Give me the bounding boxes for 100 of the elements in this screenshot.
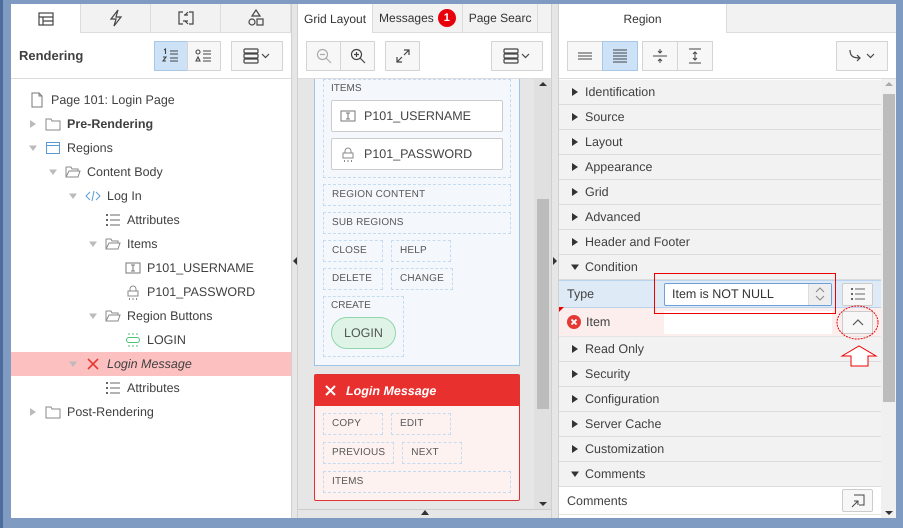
expand-arrow-icon[interactable] xyxy=(571,395,579,403)
property-row[interactable]: Item xyxy=(559,308,881,337)
drop-slot: DELETE xyxy=(323,268,383,290)
input-field[interactable] xyxy=(664,310,832,334)
property-group-header[interactable]: Appearance xyxy=(559,155,881,180)
shape-list-icon xyxy=(195,48,213,64)
error-x-icon xyxy=(85,356,101,372)
list-icon xyxy=(105,380,121,396)
property-group-header[interactable]: Customization xyxy=(559,437,881,462)
login-button[interactable]: LOGIN xyxy=(331,317,396,349)
tree-item[interactable]: LOGIN xyxy=(11,328,291,352)
expand-editor-button[interactable] xyxy=(842,489,873,512)
page-item[interactable]: P101_USERNAME xyxy=(331,100,503,132)
go-to-button[interactable] xyxy=(836,40,888,70)
tree-item[interactable]: Pre-Rendering xyxy=(11,112,291,136)
close-icon xyxy=(325,385,336,396)
panel-tab[interactable]: Region xyxy=(559,4,727,33)
panel-title: Rendering xyxy=(19,48,84,63)
region-title: Login Message xyxy=(346,384,436,398)
drop-slot: CHANGE xyxy=(391,268,453,290)
expand-button[interactable] xyxy=(385,40,420,70)
tree-item[interactable]: Region Buttons xyxy=(11,304,291,328)
property-group-header[interactable]: Configuration xyxy=(559,387,881,412)
property-label: Comments xyxy=(567,494,628,508)
tree-item[interactable]: Attributes xyxy=(11,208,291,232)
property-group-header[interactable]: Grid xyxy=(559,180,881,205)
drop-slot: REGION CONTENT xyxy=(323,184,511,206)
expand-arrow-icon[interactable] xyxy=(571,445,579,453)
tree-item[interactable]: Log In xyxy=(11,184,291,208)
error-region-block[interactable]: Login Message COPY EDIT PREVIOUS NEXT ITEMS xyxy=(314,374,520,501)
tree-item[interactable]: Post-Rendering xyxy=(11,400,291,424)
property-group-header[interactable]: Read Only xyxy=(559,337,881,362)
folder-icon xyxy=(45,116,61,132)
view-toggle-button[interactable] xyxy=(154,40,188,70)
code-icon xyxy=(85,188,101,204)
expand-arrow-icon[interactable] xyxy=(571,345,579,353)
scrollbar[interactable] xyxy=(881,79,896,518)
expand-arrow-icon[interactable] xyxy=(571,420,579,428)
page-item[interactable]: P101_PASSWORD xyxy=(331,138,503,170)
lock-icon xyxy=(125,284,141,300)
slot-label: ITEMS xyxy=(331,83,363,94)
expand-arrow-icon[interactable] xyxy=(571,370,579,378)
view-toggle-button[interactable] xyxy=(602,40,638,70)
property-group-header[interactable]: Identification xyxy=(559,80,881,105)
error-icon xyxy=(567,315,581,329)
tree-item[interactable]: P101_USERNAME xyxy=(11,256,291,280)
expand-arrow-icon[interactable] xyxy=(571,138,579,146)
expand-arrow-icon[interactable] xyxy=(571,113,579,121)
tree-item[interactable]: Items xyxy=(11,232,291,256)
list-icon xyxy=(850,286,866,302)
tree-item[interactable]: Regions xyxy=(11,136,291,160)
collapse-arrow-icon[interactable] xyxy=(571,263,579,271)
tree-item[interactable]: Page 101: Login Page xyxy=(11,88,291,112)
list-button[interactable] xyxy=(842,282,873,306)
scroll-down-icon[interactable] xyxy=(884,508,892,518)
page-icon xyxy=(29,92,45,108)
expand-arrow-icon[interactable] xyxy=(571,88,579,96)
select-field[interactable]: Item is NOT NULL xyxy=(664,282,832,306)
zoom-out-icon xyxy=(316,48,332,64)
folder-icon xyxy=(45,404,61,420)
property-group-header[interactable]: Advanced xyxy=(559,205,881,230)
panel-tab[interactable]: Grid Layout xyxy=(298,4,374,33)
property-row[interactable]: Type Item is NOT NULL xyxy=(559,280,881,308)
region-block[interactable]: ITEMS P101_USERNAME P101_PASSWORD REGION CONTENT SUB REGIONS CLOSE HELP DELETE CHANGE CREATE LOGIN xyxy=(314,79,520,366)
menu-button[interactable] xyxy=(491,40,543,70)
menu-button[interactable] xyxy=(231,40,283,70)
property-group-header[interactable]: Comments xyxy=(559,462,881,487)
scrollbar[interactable] xyxy=(534,79,551,509)
property-group-header[interactable]: Server Cache xyxy=(559,412,881,437)
tree-item[interactable]: P101_PASSWORD xyxy=(11,280,291,304)
numbered-list-icon xyxy=(162,48,180,64)
collapse-all-button[interactable] xyxy=(642,40,678,70)
property-label: Item xyxy=(586,315,610,329)
view-toggle-button[interactable] xyxy=(567,40,603,70)
tree-item[interactable]: Login Message xyxy=(11,352,291,376)
tree-item[interactable]: Attributes xyxy=(11,376,291,400)
zoom-in-button[interactable] xyxy=(340,40,375,70)
exchange-icon xyxy=(176,9,194,27)
panel-tab[interactable] xyxy=(11,4,81,33)
expand-all-button[interactable] xyxy=(677,40,713,70)
property-group-header[interactable]: Security xyxy=(559,362,881,387)
expand-arrow-icon[interactable] xyxy=(571,188,579,196)
tree-item[interactable]: Content Body xyxy=(11,160,291,184)
collapse-arrow-icon[interactable] xyxy=(571,470,579,478)
expand-arrow-icon[interactable] xyxy=(571,238,579,246)
property-group-header[interactable]: Header and Footer xyxy=(559,230,881,255)
window-icon xyxy=(45,140,61,156)
expand-arrow-icon[interactable] xyxy=(571,163,579,171)
expand-arrow-icon[interactable] xyxy=(571,213,579,221)
view-toggle-button[interactable] xyxy=(187,40,221,70)
open-folder-icon xyxy=(105,308,121,324)
property-group-header[interactable]: Source xyxy=(559,105,881,130)
scroll-down-icon[interactable] xyxy=(538,499,546,509)
popup-button[interactable] xyxy=(842,310,873,334)
drop-slot: EDIT xyxy=(391,413,451,435)
property-group-header[interactable]: Layout xyxy=(559,130,881,155)
property-group-header[interactable]: Condition xyxy=(559,255,881,280)
property-row[interactable]: Comments xyxy=(559,487,881,515)
collapse-right-icon[interactable] xyxy=(553,257,557,265)
scroll-up-icon[interactable] xyxy=(538,79,546,89)
